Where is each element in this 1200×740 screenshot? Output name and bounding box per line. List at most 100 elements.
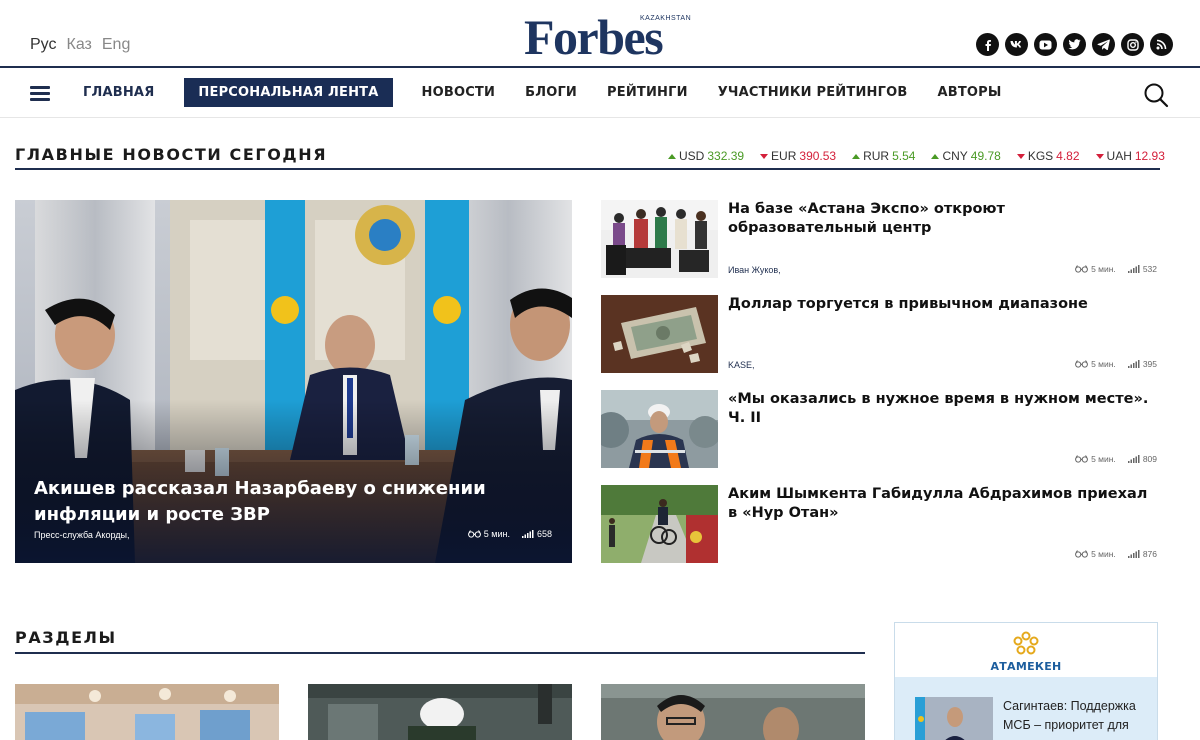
- vk-icon[interactable]: [1005, 33, 1028, 56]
- section-thumbnail[interactable]: [308, 684, 572, 740]
- rate-code: KGS: [1027, 149, 1054, 163]
- news-meta: 5 мин. 809: [1075, 454, 1157, 464]
- news-meta: 5 мин. 532: [1075, 264, 1157, 274]
- forbes-logo[interactable]: Forbes KAZAKHSTAN: [522, 12, 691, 62]
- views-value: 876: [1142, 549, 1157, 559]
- rate-value: 5.54: [892, 149, 916, 163]
- sections-divider: [15, 652, 865, 654]
- news-meta: 5 мин. 876: [1075, 549, 1157, 559]
- views: 809: [1127, 454, 1157, 464]
- arrow-up-icon: [668, 153, 676, 159]
- side-news-item[interactable]: На базе «Астана Экспо» откроют образоват…: [601, 200, 1161, 278]
- section-thumbnail[interactable]: [601, 684, 865, 740]
- side-news-item[interactable]: Доллар торгуется в привычном диапазоне K…: [601, 295, 1161, 373]
- rss-icon[interactable]: [1150, 33, 1173, 56]
- search-icon[interactable]: [1143, 82, 1169, 108]
- arrow-down-icon: [760, 153, 769, 159]
- arrow-down-icon: [1095, 153, 1104, 159]
- facebook-icon[interactable]: [976, 33, 999, 56]
- side-news-item[interactable]: «Мы оказались в нужное время в нужном ме…: [601, 390, 1161, 468]
- nav-blogs[interactable]: БЛОГИ: [510, 79, 592, 106]
- nav-ratings[interactable]: РЕЙТИНГИ: [592, 79, 703, 106]
- glasses-icon: [467, 530, 481, 538]
- twitter-icon[interactable]: [1063, 33, 1086, 56]
- telegram-icon[interactable]: [1092, 33, 1115, 56]
- ad-thumbnail[interactable]: [915, 697, 993, 740]
- rate-code: EUR: [771, 149, 797, 163]
- read-time-value: 5 мин.: [483, 529, 510, 539]
- top-news-divider: [15, 168, 1160, 170]
- main-nav: ГЛАВНАЯ ПЕРСОНАЛЬНАЯ ЛЕНТА НОВОСТИ БЛОГИ…: [0, 70, 1200, 118]
- sections-title: РАЗДЕЛЫ: [15, 628, 117, 647]
- rate-value: 332.39: [707, 149, 745, 163]
- rate-code: RUR: [863, 149, 890, 163]
- lang-kz[interactable]: Каз: [67, 36, 92, 54]
- youtube-icon[interactable]: [1034, 33, 1057, 56]
- glasses-icon: [1075, 455, 1088, 463]
- menu-icon[interactable]: [30, 86, 50, 102]
- rate-cny: CNY 49.78: [931, 149, 1001, 163]
- logo-sub: KAZAKHSTAN: [640, 15, 692, 22]
- views-value: 809: [1142, 454, 1157, 464]
- read-time-value: 5 мин.: [1091, 549, 1116, 559]
- lang-en[interactable]: Eng: [102, 36, 130, 54]
- views-value: 532: [1142, 264, 1157, 274]
- news-meta: 5 мин. 395: [1075, 359, 1157, 369]
- rate-eur: EUR 390.53: [760, 149, 836, 163]
- nav-home[interactable]: ГЛАВНАЯ: [68, 79, 169, 106]
- views: 395: [1127, 359, 1157, 369]
- read-time: 5 мин.: [1075, 549, 1116, 559]
- views-bars-icon: [521, 530, 534, 538]
- side-news-item[interactable]: Аким Шымкента Габидулла Абдрахимов приех…: [601, 485, 1161, 563]
- news-title[interactable]: «Мы оказались в нужное время в нужном ме…: [728, 390, 1158, 428]
- rate-code: UAH: [1106, 149, 1132, 163]
- glasses-icon: [1075, 360, 1088, 368]
- arrow-up-icon: [852, 153, 861, 159]
- read-time-value: 5 мин.: [1091, 359, 1116, 369]
- ad-brand: АТАМЕКЕН: [990, 660, 1062, 673]
- news-title[interactable]: Доллар торгуется в привычном диапазоне: [728, 295, 1158, 314]
- news-thumbnail[interactable]: [601, 295, 718, 373]
- read-time-value: 5 мин.: [1091, 454, 1116, 464]
- news-thumbnail[interactable]: [601, 390, 718, 468]
- atameken-ad[interactable]: АТАМЕКЕН Сагинтаев: Поддержка МСБ – прио…: [894, 622, 1158, 740]
- news-title[interactable]: На базе «Астана Экспо» откроют образоват…: [728, 200, 1158, 238]
- nav-rating-participants[interactable]: УЧАСТНИКИ РЕЙТИНГОВ: [703, 79, 923, 106]
- news-thumbnail[interactable]: [601, 200, 718, 278]
- rate-rur: RUR 5.54: [852, 149, 915, 163]
- glasses-icon: [1075, 265, 1088, 273]
- atameken-logo-icon: [1013, 631, 1039, 655]
- nav-news[interactable]: НОВОСТИ: [407, 79, 511, 106]
- nav-personal-feed[interactable]: ПЕРСОНАЛЬНАЯ ЛЕНТА: [184, 78, 393, 107]
- featured-title[interactable]: Акишев рассказал Назарбаеву о снижении и…: [34, 476, 554, 528]
- views-value: 658: [536, 529, 552, 539]
- rate-uah: UAH 12.93: [1095, 149, 1165, 163]
- views: 658: [521, 529, 552, 539]
- views-bars-icon: [1127, 265, 1140, 273]
- views: 532: [1127, 264, 1157, 274]
- lang-ru[interactable]: Рус: [30, 36, 57, 54]
- currency-rates: USD 332.39 EUR 390.53 RUR 5.54 CNY 49.78 KGS…: [668, 149, 1165, 163]
- read-time: 5 мин.: [1075, 359, 1116, 369]
- language-switcher: Рус Каз Eng: [30, 36, 130, 54]
- nav-authors[interactable]: АВТОРЫ: [922, 79, 1016, 106]
- views: 876: [1127, 549, 1157, 559]
- views-bars-icon: [1127, 550, 1140, 558]
- social-links: [976, 33, 1173, 56]
- featured-author[interactable]: Пресс-служба Акорды,: [34, 530, 129, 540]
- rate-value: 12.93: [1134, 149, 1165, 163]
- top-bar: Рус Каз Eng Forbes KAZAKHSTAN: [0, 0, 1200, 68]
- news-author[interactable]: Иван Жуков,: [728, 265, 781, 275]
- ad-headline[interactable]: Сагинтаев: Поддержка МСБ – приоритет для: [1003, 697, 1153, 735]
- featured-article[interactable]: Акишев рассказал Назарбаеву о снижении и…: [15, 200, 572, 563]
- section-thumbnail[interactable]: [15, 684, 279, 740]
- news-author[interactable]: KASE,: [728, 360, 755, 370]
- news-thumbnail[interactable]: [601, 485, 718, 563]
- views-bars-icon: [1127, 455, 1140, 463]
- instagram-icon[interactable]: [1121, 33, 1144, 56]
- news-title[interactable]: Аким Шымкента Габидулла Абдрахимов приех…: [728, 485, 1158, 523]
- views-value: 395: [1142, 359, 1157, 369]
- rate-code: USD: [679, 149, 705, 163]
- rate-kgs: KGS 4.82: [1016, 149, 1080, 163]
- glasses-icon: [1075, 550, 1088, 558]
